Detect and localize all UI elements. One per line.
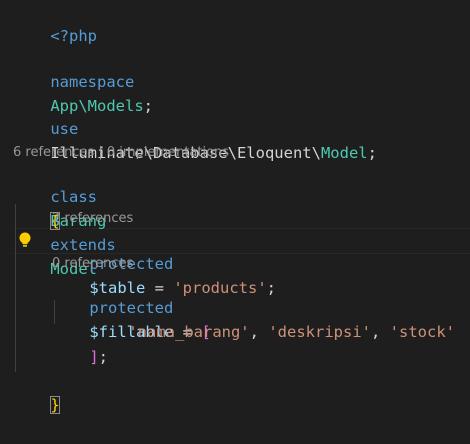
codelens-table-references[interactable]: 2 references xyxy=(52,209,133,229)
comma: , xyxy=(249,323,269,341)
code-line-9[interactable]: protected $table = 'products'; xyxy=(52,228,276,297)
code-line-3[interactable]: namespace App\Models; xyxy=(13,46,153,115)
php-open-tag: <?php xyxy=(50,27,97,45)
use-keyword: use xyxy=(50,120,79,138)
fillable-item-deskripsi: 'deskripsi' xyxy=(268,323,371,341)
comma: , xyxy=(370,323,390,341)
code-line-8[interactable]: { xyxy=(13,185,60,230)
table-semicolon: ; xyxy=(266,279,276,297)
code-line-1[interactable]: <?php xyxy=(13,0,97,45)
fillable-semicolon: ; xyxy=(98,348,109,366)
use-semicolon: ; xyxy=(367,144,377,162)
code-line-11[interactable]: 'nama_barang', 'deskripsi', 'stock' xyxy=(91,296,455,341)
codelens-fillable-references[interactable]: 0 references xyxy=(52,254,133,274)
code-line-10[interactable]: protected $fillable = [ xyxy=(52,272,210,341)
code-line-5[interactable]: use Illuminate\Database\Eloquent\Model; xyxy=(13,93,377,162)
lightbulb-icon[interactable] xyxy=(15,230,35,250)
class-close-brace: } xyxy=(50,396,60,414)
fillable-item-stock: 'stock' xyxy=(389,323,455,341)
code-line-12[interactable]: ]; xyxy=(52,321,108,366)
fillable-item-nama-barang: 'nama_barang' xyxy=(128,323,250,341)
codelens-class-references[interactable]: 6 references | 0 implementations xyxy=(13,143,229,163)
code-line-14[interactable]: } xyxy=(13,369,60,414)
code-line-7[interactable]: class Barang extends Model xyxy=(13,161,115,278)
use-class: Model xyxy=(320,144,368,162)
namespace-keyword: namespace xyxy=(50,73,135,91)
fillable-close-bracket: ] xyxy=(89,348,99,366)
